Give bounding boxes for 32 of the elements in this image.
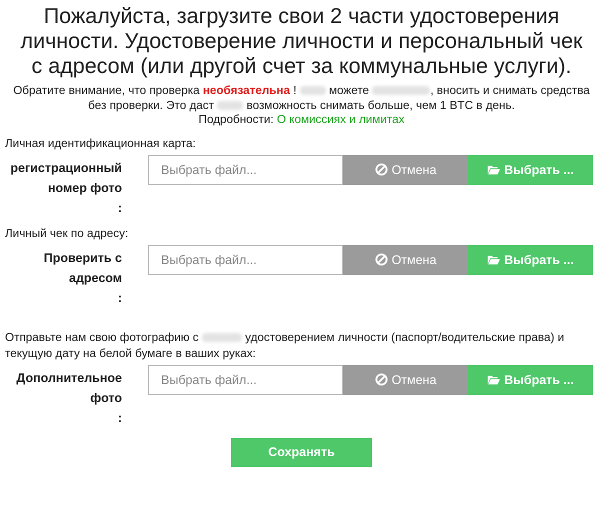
details-link[interactable]: О комиссиях и лимитах <box>276 113 404 126</box>
page-heading: Пожалуйста, загрузите свои 2 части удостоверения личности. Удостоверение личности и персональный чек с адресом (или другой счет за коммунальные услуги). <box>20 3 584 79</box>
cancel-icon <box>374 163 388 176</box>
label-colon: : <box>118 290 122 306</box>
blurred-text <box>372 86 430 96</box>
cancel-button[interactable]: Отмена <box>343 244 468 274</box>
cancel-icon <box>374 373 388 386</box>
field-label: Проверить с адресом <box>42 250 122 287</box>
label-colon: : <box>118 410 122 426</box>
folder-icon <box>487 373 500 386</box>
browse-button[interactable]: Выбрать ... <box>468 244 593 274</box>
file-field[interactable]: Выбрать файл... <box>148 364 343 394</box>
blurred-text <box>202 332 242 342</box>
section-description: Отправьте нам свою фотографию с удостоверением личности (паспорт/водительские права) и текущую дату на белой бумаге в ваших руках: <box>4 330 566 362</box>
section-description: Личный чек по адресу: <box>4 226 130 242</box>
blurred-text <box>300 86 326 96</box>
field-label: регистрационный номер фото <box>9 160 122 197</box>
cancel-button[interactable]: Отмена <box>343 364 468 394</box>
file-field[interactable]: Выбрать файл... <box>148 154 343 184</box>
file-field[interactable]: Выбрать файл... <box>148 244 343 274</box>
save-button[interactable]: Сохранять <box>231 438 372 466</box>
browse-button[interactable]: Выбрать ... <box>468 154 593 184</box>
section-description: Личная идентификационная карта: <box>4 136 197 152</box>
cancel-button[interactable]: Отмена <box>343 154 468 184</box>
field-label: Дополнительное фото <box>15 370 122 407</box>
cancel-icon <box>374 253 388 266</box>
browse-button[interactable]: Выбрать ... <box>468 364 593 394</box>
blurred-text <box>217 100 244 110</box>
folder-icon <box>487 163 500 176</box>
folder-icon <box>487 253 500 266</box>
label-colon: : <box>118 200 122 216</box>
notice-text: Обратите внимание, что проверка необязательна ! можете , вносить и снимать средства без проверки. Это даст возможность снимать больше, чем 1 BTC в день. Подробности: О комиссиях и лимитах <box>12 84 591 128</box>
